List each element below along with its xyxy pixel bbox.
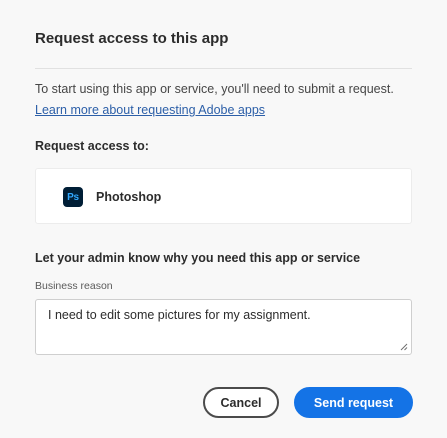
learn-more-link[interactable]: Learn more about requesting Adobe apps — [35, 103, 265, 117]
intro-text: To start using this app or service, you'… — [35, 82, 394, 96]
photoshop-icon: Ps — [63, 187, 83, 207]
business-reason-label: Business reason — [35, 280, 113, 292]
dialog-title: Request access to this app — [35, 30, 229, 47]
title-divider — [35, 68, 412, 69]
business-reason-field[interactable]: I need to edit some pictures for my assi… — [35, 299, 412, 355]
cancel-button[interactable]: Cancel — [203, 387, 279, 418]
reason-heading: Let your admin know why you need this ap… — [35, 251, 361, 265]
resize-handle-icon[interactable] — [400, 343, 408, 351]
app-name: Photoshop — [96, 190, 162, 204]
send-request-button[interactable]: Send request — [294, 387, 413, 418]
request-access-label: Request access to: — [35, 139, 149, 153]
request-access-dialog: Request access to this app To start usin… — [0, 0, 447, 438]
app-card: Ps Photoshop — [35, 168, 412, 224]
intro-paragraph: To start using this app or service, you'… — [35, 79, 415, 121]
business-reason-value: I need to edit some pictures for my assi… — [48, 308, 311, 322]
